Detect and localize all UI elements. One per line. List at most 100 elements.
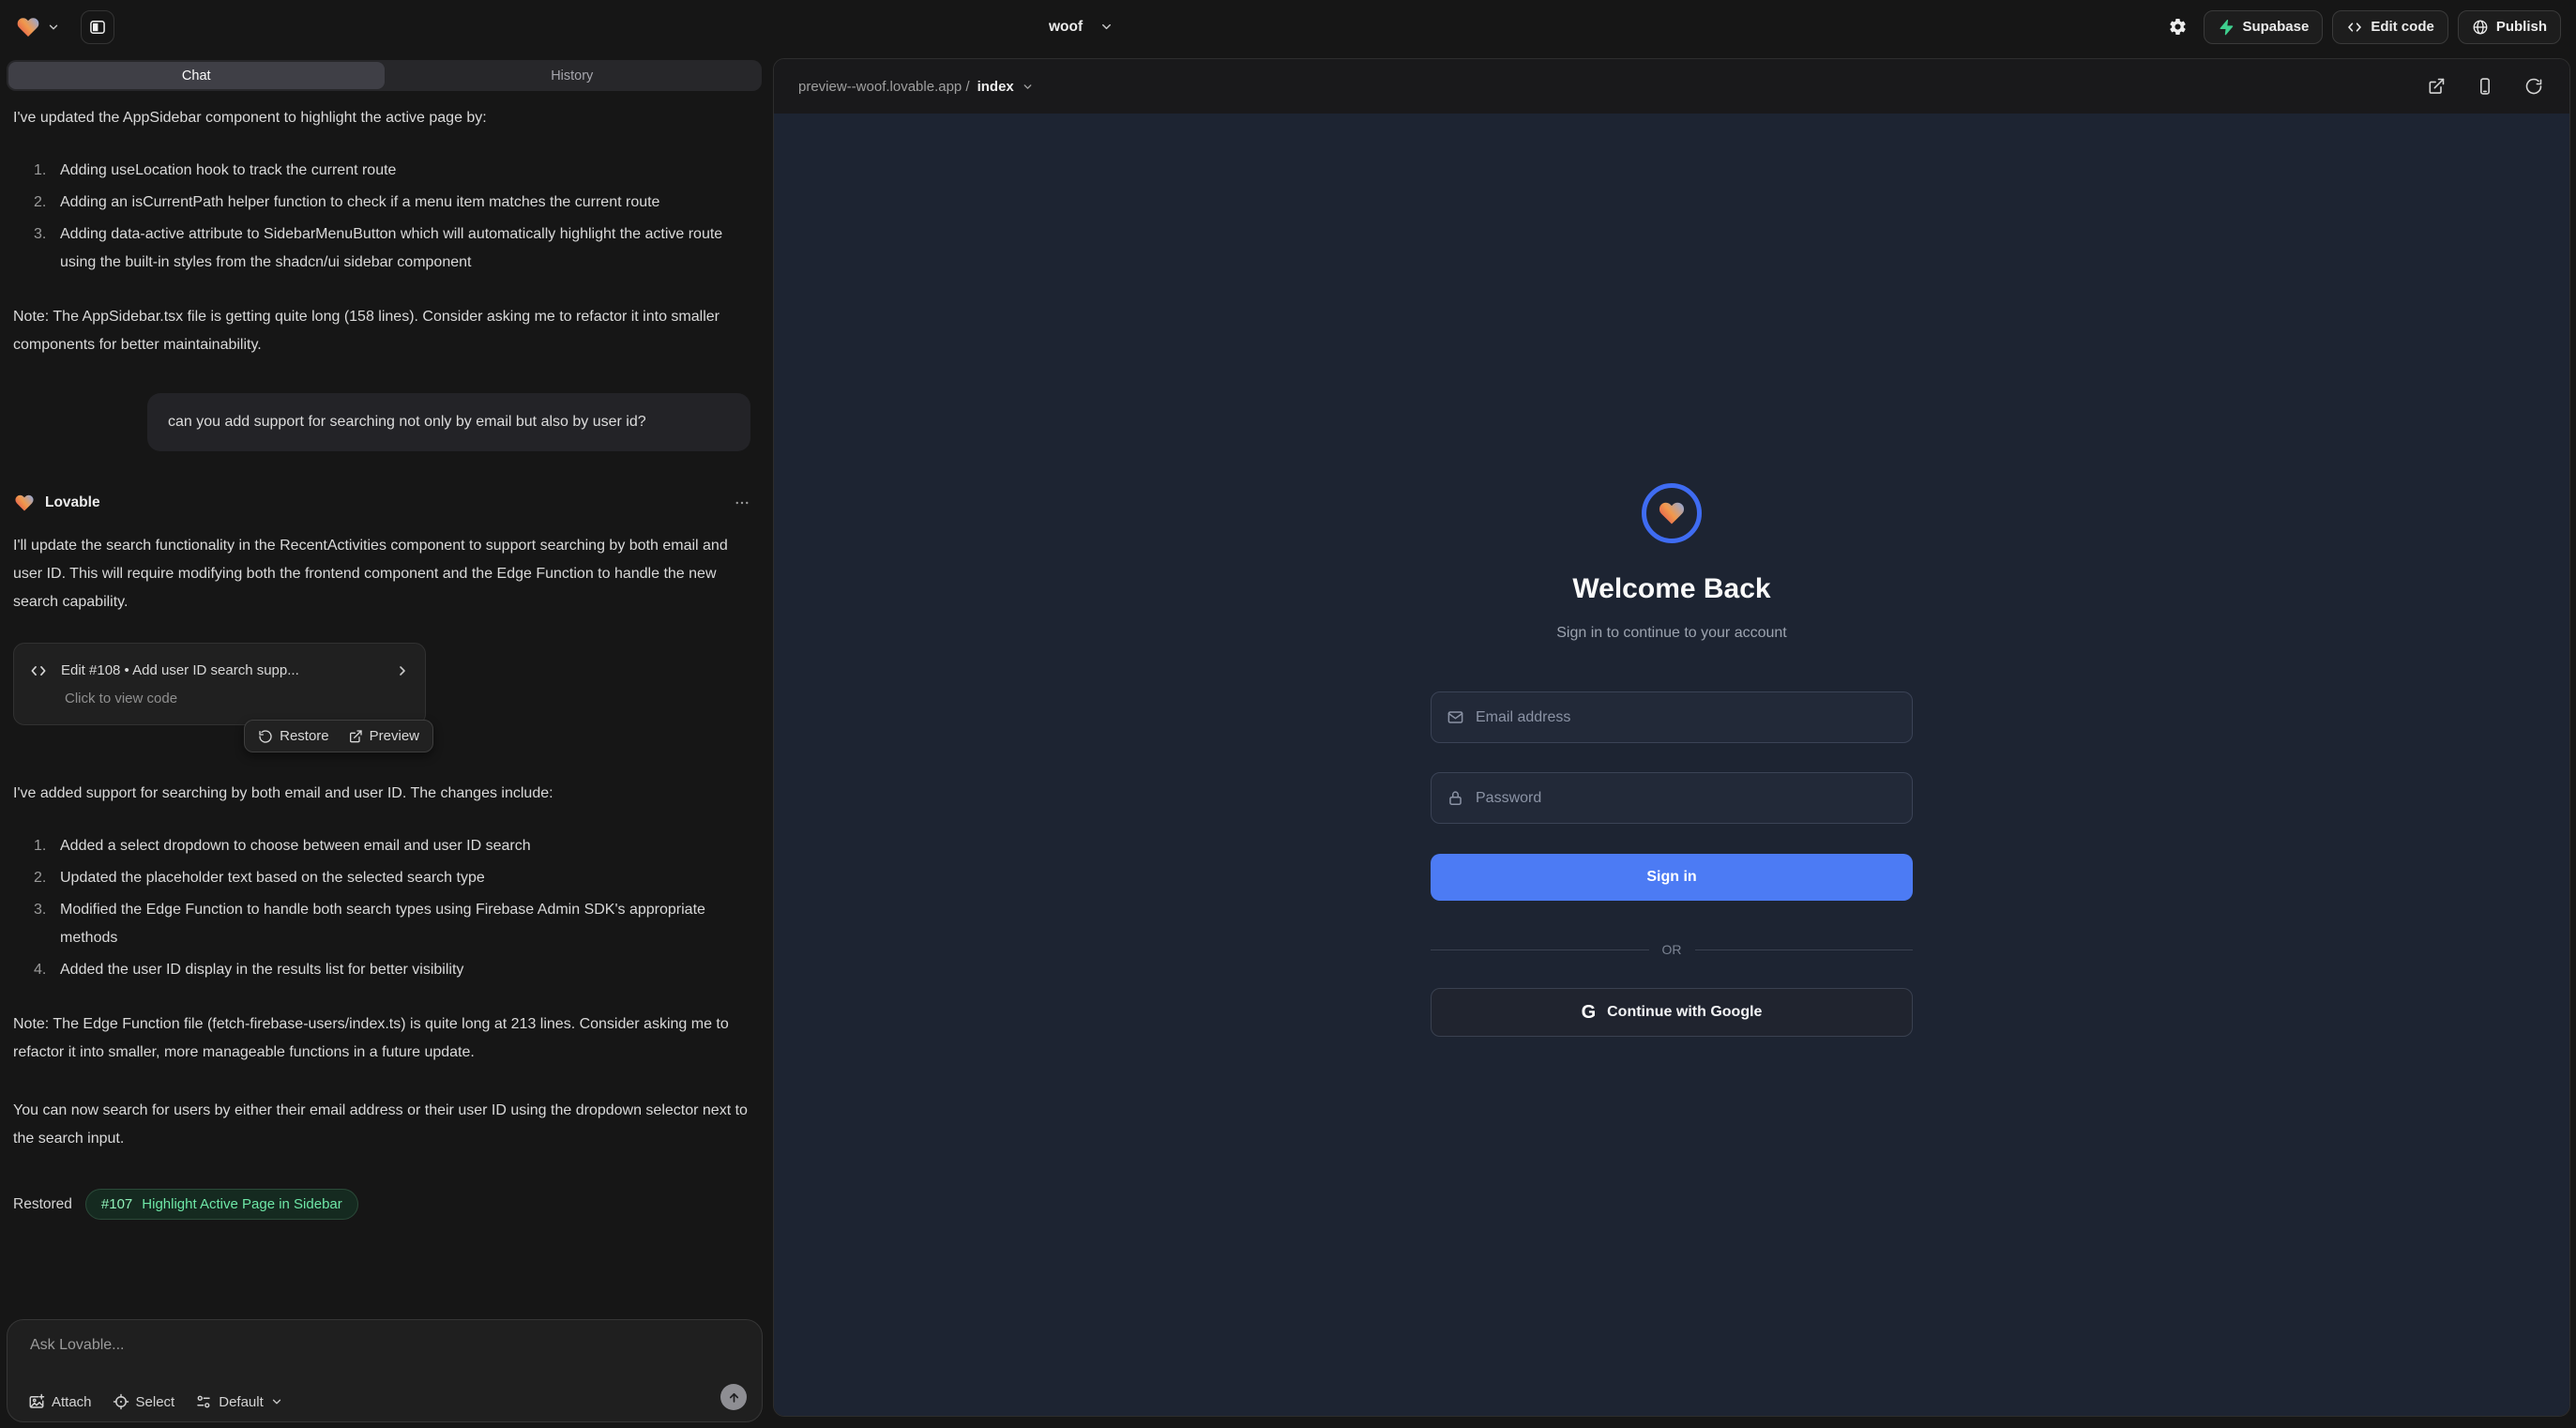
restore-icon	[258, 729, 273, 744]
password-field[interactable]	[1476, 790, 1897, 807]
password-field-wrap	[1431, 772, 1913, 824]
chevron-down-icon	[1099, 20, 1114, 34]
publish-button[interactable]: Publish	[2458, 10, 2561, 44]
external-link-icon	[348, 729, 363, 744]
assistant-numbered-list: Added a select dropdown to choose betwee…	[13, 832, 750, 984]
message-options-button[interactable]	[734, 494, 750, 511]
list-item: Updated the placeholder text based on th…	[34, 864, 750, 892]
settings-button[interactable]	[2160, 10, 2194, 44]
external-link-icon	[2427, 77, 2446, 96]
list-item: Adding useLocation hook to track the cur…	[34, 157, 750, 185]
page-subtitle: Sign in to continue to your account	[1556, 622, 1787, 645]
assistant-message-text: You can now search for users by either t…	[13, 1097, 750, 1153]
project-switcher[interactable]: woof	[1049, 0, 1114, 53]
chat-input[interactable]	[30, 1337, 739, 1354]
lock-icon	[1447, 789, 1464, 807]
email-field-wrap	[1431, 691, 1913, 743]
send-button[interactable]	[720, 1384, 747, 1410]
chevron-right-icon	[395, 663, 410, 678]
supabase-bolt-icon	[2218, 19, 2235, 36]
lovable-heart-icon	[15, 15, 41, 39]
preview-viewport: Welcome Back Sign in to continue to your…	[774, 114, 2569, 1417]
chat-history-tabs: Chat History	[7, 60, 762, 91]
assistant-note-text: Note: The AppSidebar.tsx file is getting…	[13, 303, 750, 359]
preview-panel: preview--woof.lovable.app / index	[773, 58, 2570, 1417]
edit-card-title: Edit #108 • Add user ID search supp...	[61, 657, 382, 685]
or-divider: OR	[1431, 942, 1913, 957]
mode-label: Default	[219, 1394, 264, 1410]
preview-button[interactable]: Preview	[348, 722, 419, 751]
ellipsis-icon	[734, 494, 750, 511]
select-label: Select	[136, 1394, 175, 1410]
code-icon	[29, 661, 48, 680]
preview-url-selector[interactable]: preview--woof.lovable.app / index	[798, 79, 1034, 95]
version-number: #107	[101, 1191, 132, 1219]
or-label: OR	[1662, 942, 1682, 957]
tab-history[interactable]: History	[385, 62, 761, 89]
google-g-icon: G	[1582, 1003, 1597, 1022]
topbar: woof Supabase Edit code Publish	[0, 0, 2576, 53]
sign-in-button[interactable]: Sign in	[1431, 854, 1913, 901]
restored-version-badge[interactable]: #107 Highlight Active Page in Sidebar	[85, 1189, 358, 1220]
chat-composer: Attach Select Default	[7, 1319, 763, 1422]
divider-line	[1695, 949, 1914, 950]
smartphone-icon	[2476, 77, 2494, 96]
attach-label: Attach	[52, 1394, 92, 1410]
restore-label: Restore	[280, 722, 329, 751]
list-item: Modified the Edge Function to handle bot…	[34, 896, 750, 952]
publish-label: Publish	[2496, 19, 2547, 35]
edit-card-subtitle: Click to view code	[65, 689, 410, 709]
version-actions-pill: Restore Preview	[244, 720, 433, 752]
refresh-button[interactable]	[2523, 75, 2545, 98]
list-item: Adding an isCurrentPath helper function …	[34, 189, 750, 217]
heart-icon	[1657, 499, 1687, 527]
page-title: Welcome Back	[1572, 571, 1770, 607]
tab-chat[interactable]: Chat	[8, 62, 385, 89]
google-button-label: Continue with Google	[1607, 1004, 1762, 1021]
assistant-header: Lovable	[13, 489, 750, 517]
attach-button[interactable]: Attach	[28, 1393, 92, 1410]
mobile-view-button[interactable]	[2474, 75, 2496, 98]
panel-layout-icon	[88, 18, 107, 37]
preview-toolbar: preview--woof.lovable.app / index	[774, 59, 2569, 114]
mode-selector-button[interactable]: Default	[195, 1393, 283, 1410]
user-message-bubble: can you add support for searching not on…	[147, 393, 750, 451]
project-name: woof	[1049, 19, 1083, 36]
restored-label: Restored	[13, 1191, 72, 1219]
arrow-up-icon	[727, 1390, 741, 1405]
code-icon	[2346, 19, 2363, 36]
continue-with-google-button[interactable]: G Continue with Google	[1431, 988, 1913, 1037]
edit-code-button[interactable]: Edit code	[2332, 10, 2448, 44]
list-item: Adding data-active attribute to SidebarM…	[34, 220, 750, 277]
list-item: Added the user ID display in the results…	[34, 956, 750, 984]
refresh-icon	[2524, 77, 2543, 96]
supabase-label: Supabase	[2242, 19, 2309, 35]
toggle-sidebar-button[interactable]	[81, 10, 114, 44]
preview-url-text: preview--woof.lovable.app /	[798, 79, 970, 95]
restore-button[interactable]: Restore	[258, 722, 329, 751]
assistant-name: Lovable	[45, 489, 100, 517]
lovable-logo-menu[interactable]	[15, 15, 60, 39]
divider-line	[1431, 949, 1649, 950]
chevron-down-icon	[1022, 81, 1034, 93]
email-field[interactable]	[1476, 709, 1897, 726]
version-title: Highlight Active Page in Sidebar	[142, 1191, 341, 1219]
chevron-down-icon	[47, 21, 60, 34]
lovable-heart-icon	[13, 493, 36, 513]
assistant-message-text: I've added support for searching by both…	[13, 780, 750, 808]
open-in-new-tab-button[interactable]	[2425, 75, 2447, 98]
edit-code-label: Edit code	[2371, 19, 2434, 35]
preview-label: Preview	[370, 722, 419, 751]
assistant-message-text: I'll update the search functionality in …	[13, 532, 750, 616]
assistant-numbered-list: Adding useLocation hook to track the cur…	[13, 157, 750, 277]
mail-icon	[1447, 708, 1464, 726]
supabase-button[interactable]: Supabase	[2204, 10, 2323, 44]
image-plus-icon	[28, 1393, 45, 1410]
edit-version-card[interactable]: Edit #108 • Add user ID search supp... C…	[13, 643, 426, 725]
assistant-note-text: Note: The Edge Function file (fetch-fire…	[13, 1010, 750, 1067]
assistant-message-text: I've updated the AppSidebar component to…	[13, 104, 750, 132]
preview-page-name: index	[977, 79, 1014, 95]
app-logo	[1642, 483, 1702, 543]
select-element-button[interactable]: Select	[113, 1393, 175, 1410]
gear-icon	[2168, 17, 2188, 37]
